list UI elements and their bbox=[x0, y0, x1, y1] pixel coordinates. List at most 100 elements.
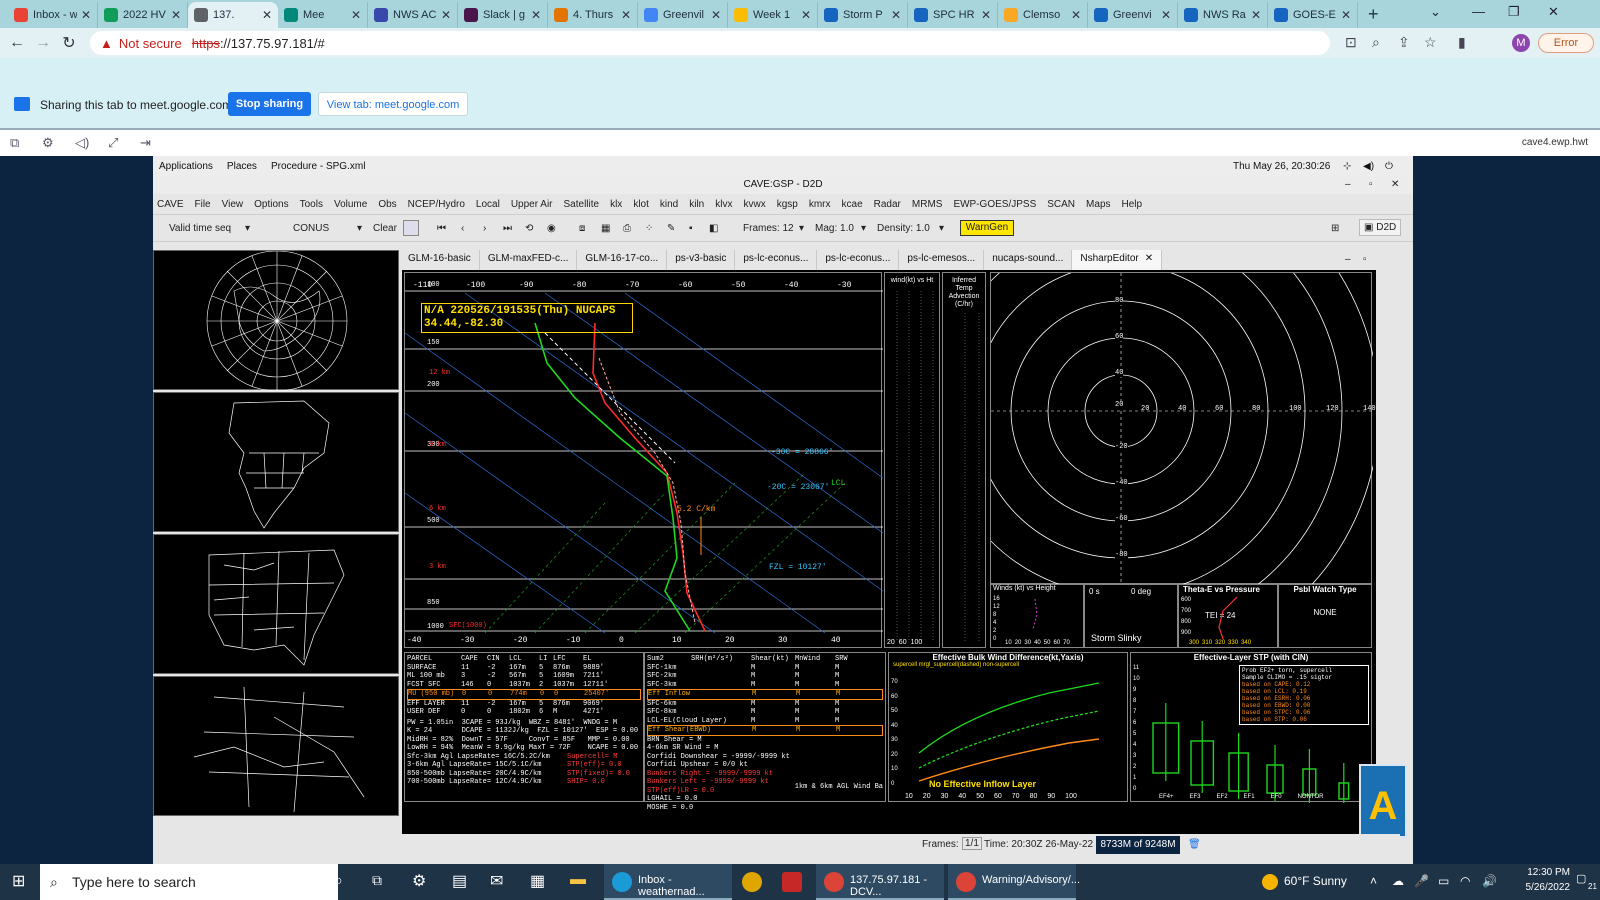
cave-menu-item[interactable]: kiln bbox=[689, 199, 704, 210]
windows-start-icon[interactable]: ⊞ bbox=[12, 871, 25, 891]
chrome-icon[interactable] bbox=[742, 872, 762, 892]
taskbar-chrome-warning[interactable]: Warning/Advisory/... bbox=[948, 864, 1080, 900]
mag-select[interactable]: Mag: 1.0 bbox=[815, 223, 854, 234]
tab-close-icon[interactable]: ✕ bbox=[171, 8, 181, 22]
cave-menu-item[interactable]: MRMS bbox=[912, 199, 943, 210]
new-tab-button[interactable]: + bbox=[1358, 2, 1389, 28]
split-pane-icon[interactable]: ◧ bbox=[709, 223, 718, 234]
tab-close-icon[interactable]: ✕ bbox=[1341, 8, 1351, 22]
share-icon[interactable]: ⇪ bbox=[1398, 34, 1410, 51]
volume-icon[interactable]: ◀) bbox=[1363, 161, 1374, 172]
tab-close-icon[interactable]: ✕ bbox=[1071, 8, 1081, 22]
cave-menu-item[interactable]: Radar bbox=[874, 199, 901, 210]
image-properties-icon[interactable]: ⧈ bbox=[579, 223, 585, 234]
tab-close-icon[interactable]: ✕ bbox=[621, 8, 631, 22]
profile-avatar[interactable]: M bbox=[1512, 34, 1530, 52]
browser-tab[interactable]: NWS AC ✕ bbox=[368, 2, 458, 28]
editor-tab-close-icon[interactable]: ✕ bbox=[1145, 253, 1153, 264]
network-icon[interactable]: ⊹ bbox=[1343, 161, 1351, 172]
notification-icon[interactable]: ▢ bbox=[1576, 872, 1586, 885]
cave-menu-item[interactable]: NCEP/Hydro bbox=[408, 199, 465, 210]
store-icon[interactable]: ▤ bbox=[452, 871, 467, 891]
forward-arrow-icon[interactable]: → bbox=[30, 34, 56, 52]
browser-tab[interactable]: Greenvil ✕ bbox=[638, 2, 728, 28]
points-icon[interactable]: ⁘ bbox=[645, 223, 653, 234]
bookmark-star-icon[interactable]: ☆ bbox=[1424, 34, 1437, 51]
cave-menu-item[interactable]: kgsp bbox=[777, 199, 798, 210]
time-mode-select[interactable]: Valid time seq bbox=[169, 223, 231, 234]
browser-tab[interactable]: Greenvi ✕ bbox=[1088, 2, 1178, 28]
time-mode-dropdown-icon[interactable]: ▾ bbox=[245, 223, 250, 234]
editor-tab[interactable]: ps-v3-basic bbox=[667, 250, 736, 270]
cave-menu-item[interactable]: kvwx bbox=[743, 199, 765, 210]
cave-maximize-icon[interactable]: ▫ bbox=[1369, 176, 1373, 194]
cave-menu-item[interactable]: Options bbox=[254, 199, 288, 210]
scale-select[interactable]: CONUS bbox=[293, 223, 329, 234]
browser-tab[interactable]: Week 1 ✕ bbox=[728, 2, 818, 28]
perspective-icon[interactable]: ⊞ bbox=[1331, 223, 1339, 234]
nsharp-display[interactable]: -110 -100 -90 -80 -70 -60 -50 -40 -30 100 150 200 3… bbox=[402, 270, 1376, 834]
trash-icon[interactable]: 🗑 bbox=[1188, 839, 1201, 850]
stop-sharing-button[interactable]: Stop sharing bbox=[228, 92, 311, 116]
tab-close-icon[interactable]: ✕ bbox=[81, 8, 91, 22]
map-pane-eastern-us[interactable] bbox=[153, 534, 399, 674]
cave-menu-item[interactable]: klvx bbox=[715, 199, 732, 210]
cave-menu-item[interactable]: Obs bbox=[378, 199, 396, 210]
browser-tab[interactable]: 4. Thurs ✕ bbox=[548, 2, 638, 28]
taskbar-edge-inbox[interactable]: Inbox - weathernad... bbox=[604, 864, 732, 900]
weather-label[interactable]: 60°F Sunny bbox=[1284, 874, 1347, 888]
cave-menu-item[interactable]: SCAN bbox=[1047, 199, 1075, 210]
cave-menu-item[interactable]: Satellite bbox=[564, 199, 600, 210]
frames-select[interactable]: Frames: 12 bbox=[743, 223, 794, 234]
address-bar[interactable]: ▲ Not secure https ://137.75.97.181/# bbox=[90, 31, 1330, 55]
tab-close-icon[interactable]: ✕ bbox=[711, 8, 721, 22]
cortana-icon[interactable]: ○ bbox=[334, 872, 342, 888]
tab-close-icon[interactable]: ✕ bbox=[981, 8, 991, 22]
settings-icon[interactable]: ⚙ bbox=[412, 871, 426, 891]
tab-close-icon[interactable]: ✕ bbox=[1161, 8, 1171, 22]
cave-menu-item[interactable]: klx bbox=[610, 199, 622, 210]
taskbar-search-box[interactable]: ⌕ Type here to search bbox=[40, 864, 338, 900]
d2d-perspective-button[interactable]: ▣ D2D bbox=[1359, 219, 1402, 236]
zoom-icon[interactable]: ⌕ bbox=[1372, 34, 1380, 51]
editor-tab[interactable]: ps-lc-econus... bbox=[817, 250, 900, 270]
cave-menu-item[interactable]: CAVE bbox=[157, 199, 184, 210]
onedrive-icon[interactable]: ☁ bbox=[1392, 874, 1404, 888]
tab-close-icon[interactable]: ✕ bbox=[441, 8, 451, 22]
editor-tab[interactable]: GLM-16-17-co... bbox=[577, 250, 668, 270]
editor-minimize-icon[interactable]: – bbox=[1345, 254, 1351, 265]
places-menu[interactable]: Places bbox=[227, 161, 257, 172]
wifi-icon[interactable]: ◠ bbox=[1460, 874, 1470, 888]
install-app-icon[interactable]: ⊡ bbox=[1345, 34, 1357, 51]
browser-tab[interactable]: Clemso ✕ bbox=[998, 2, 1088, 28]
browser-tab[interactable]: 2022 HV ✕ bbox=[98, 2, 188, 28]
cave-menu-item[interactable]: kind bbox=[660, 199, 678, 210]
cave-menu-item[interactable]: Maps bbox=[1086, 199, 1110, 210]
tab-search-chevron-icon[interactable]: ⌄ bbox=[1430, 4, 1441, 20]
copy-icon[interactable]: ⧉ bbox=[10, 135, 19, 151]
tab-close-icon[interactable]: ✕ bbox=[531, 8, 541, 22]
browser-tab[interactable]: 137. ✕ bbox=[188, 2, 278, 28]
error-button[interactable]: Error bbox=[1538, 33, 1594, 53]
disconnect-icon[interactable]: ⇥ bbox=[140, 135, 151, 151]
tab-close-icon[interactable]: ✕ bbox=[351, 8, 361, 22]
editor-tab[interactable]: GLM-16-basic bbox=[400, 250, 480, 270]
reload-icon[interactable]: ↻ bbox=[56, 33, 82, 53]
browser-tab[interactable]: SPC HR ✕ bbox=[908, 2, 998, 28]
loop-properties-icon[interactable]: ◉ bbox=[547, 223, 556, 234]
skewt-panel[interactable]: -110 -100 -90 -80 -70 -60 -50 -40 -30 100 150 200 3… bbox=[404, 272, 883, 648]
warngen-button[interactable]: WarnGen bbox=[960, 220, 1014, 236]
task-view-icon[interactable]: ⧉ bbox=[372, 872, 382, 889]
tab-close-icon[interactable]: ✕ bbox=[262, 8, 272, 22]
previous-frame-icon[interactable]: ‹ bbox=[461, 223, 464, 234]
cave-menu-item[interactable]: kcae bbox=[842, 199, 863, 210]
tab-close-icon[interactable]: ✕ bbox=[1251, 8, 1261, 22]
restore-window-icon[interactable]: ❐ bbox=[1508, 4, 1520, 20]
browser-tab[interactable]: Storm P ✕ bbox=[818, 2, 908, 28]
audio-icon[interactable]: ◁) bbox=[75, 135, 89, 151]
cave-close-icon[interactable]: ✕ bbox=[1391, 176, 1399, 194]
cave-menu-item[interactable]: File bbox=[195, 199, 211, 210]
draw-icon[interactable]: ✎ bbox=[667, 223, 675, 234]
taskbar-time[interactable]: 12:30 PM bbox=[1514, 867, 1570, 878]
applications-menu[interactable]: Applications bbox=[159, 161, 213, 172]
